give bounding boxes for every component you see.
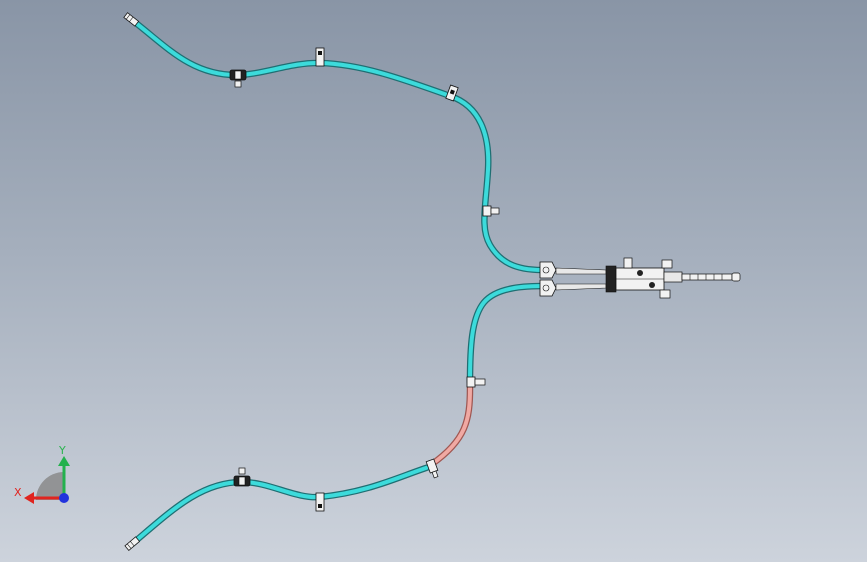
y-axis-label: Y xyxy=(58,444,66,457)
end-fitting-icon[interactable] xyxy=(124,536,141,552)
hose-assembly-model[interactable]: Y X xyxy=(0,0,867,562)
connector-icon[interactable] xyxy=(229,69,247,88)
heated-hose-segment[interactable] xyxy=(428,384,474,468)
valve-assembly-icon[interactable] xyxy=(539,257,741,299)
hose-clip-icon[interactable] xyxy=(315,492,325,512)
end-fitting-icon[interactable] xyxy=(123,12,140,27)
lower-hose[interactable] xyxy=(128,282,546,548)
axis-triad-icon: Y X xyxy=(14,444,70,504)
hose-clip-icon[interactable] xyxy=(315,47,325,67)
upper-hose[interactable] xyxy=(128,16,546,274)
hose-clip-icon[interactable] xyxy=(466,376,486,388)
cad-viewport[interactable]: Y X xyxy=(0,0,867,562)
hose-clip-icon[interactable] xyxy=(482,205,500,217)
connector-icon[interactable] xyxy=(233,467,251,487)
x-axis-label: X xyxy=(14,486,22,499)
